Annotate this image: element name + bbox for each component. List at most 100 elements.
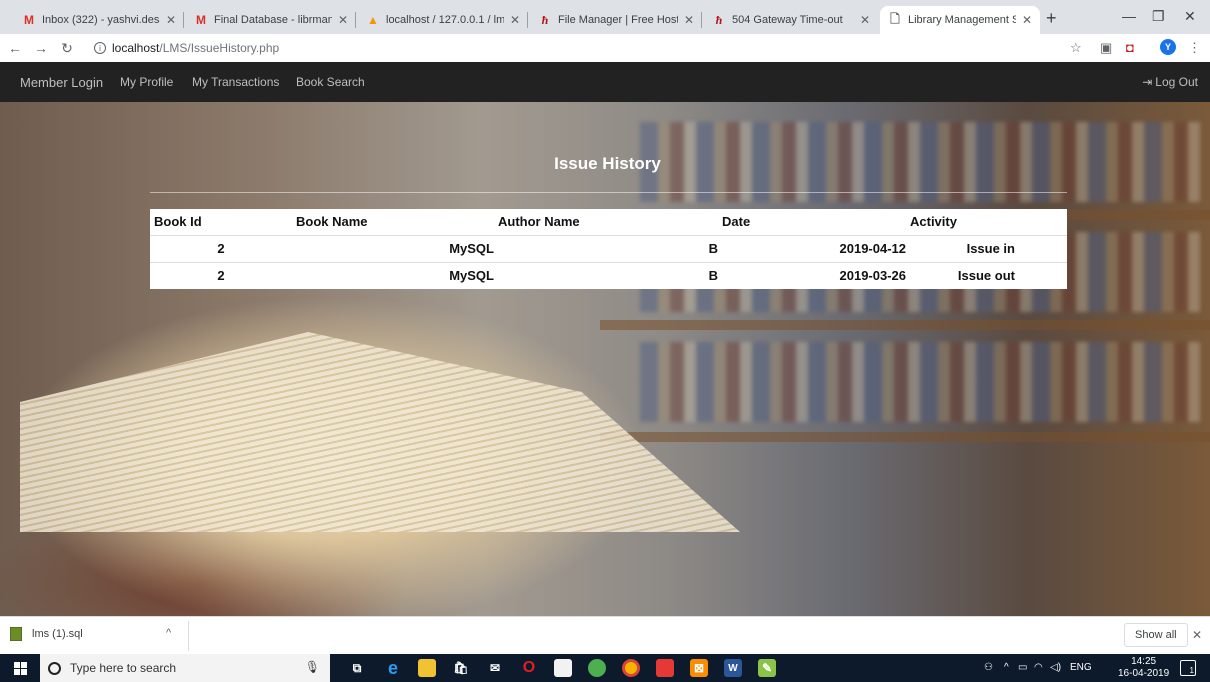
tab-gmail-inbox[interactable]: M Inbox (322) - yashvi.desai99 ✕ bbox=[14, 6, 184, 34]
close-icon[interactable]: ✕ bbox=[860, 13, 870, 27]
extension-icon[interactable]: ▣ bbox=[1100, 40, 1112, 56]
new-tab-button[interactable]: + bbox=[1046, 8, 1057, 29]
tab-separator bbox=[527, 12, 528, 28]
cell-book-name: MySQL bbox=[292, 234, 494, 262]
downloads-bar: lms (1).sql ^ Show all ✕ bbox=[0, 616, 1210, 654]
gmail-icon: M bbox=[24, 13, 34, 27]
maximize-icon[interactable]: ❐ bbox=[1152, 8, 1165, 25]
taskbar-clock[interactable]: 14:25 16-04-2019 bbox=[1118, 656, 1169, 680]
info-icon[interactable]: i bbox=[94, 42, 106, 54]
notepad-plus-icon[interactable]: ✎ bbox=[758, 659, 776, 677]
mail-icon[interactable]: ✉ bbox=[486, 659, 504, 677]
tab-library-management[interactable]: 🗋 Library Management System ✕ bbox=[880, 6, 1040, 34]
tab-title: Final Database - librmansys bbox=[214, 14, 332, 26]
cell-author: B bbox=[494, 234, 718, 262]
taskbar-search-placeholder: Type here to search bbox=[70, 661, 177, 675]
close-icon[interactable]: ✕ bbox=[510, 13, 520, 27]
table-row: 2 MySQL B 2019-03-26 Issue out bbox=[150, 261, 1067, 289]
tab-title: localhost / 127.0.0.1 / lms / t bbox=[386, 14, 504, 26]
notification-icon[interactable]: 1 bbox=[1180, 660, 1196, 676]
taskbar-search[interactable]: Type here to search 🎙 bbox=[40, 654, 330, 682]
file-explorer-icon[interactable] bbox=[418, 659, 436, 677]
shield-icon[interactable] bbox=[656, 659, 674, 677]
library-background-image bbox=[0, 102, 1210, 616]
cell-author: B bbox=[494, 261, 718, 289]
bookmark-star-icon[interactable]: ☆ bbox=[1070, 40, 1082, 56]
background-shelf bbox=[600, 432, 1210, 442]
tab-gmail-final-database[interactable]: M Final Database - librmansys ✕ bbox=[186, 6, 356, 34]
close-icon[interactable]: ✕ bbox=[1022, 13, 1032, 27]
browser-tab-strip: M Inbox (322) - yashvi.desai99 ✕ M Final… bbox=[0, 0, 1210, 34]
nav-book-search[interactable]: Book Search bbox=[296, 75, 365, 89]
table-row: 2 MySQL B 2019-04-12 Issue in bbox=[150, 234, 1067, 262]
tab-gateway-timeout[interactable]: ħ 504 Gateway Time-out ✕ bbox=[704, 6, 878, 34]
battery-icon[interactable]: ▭ bbox=[1018, 662, 1027, 673]
browser-toolbar: ← → ↻ i localhost/LMS/IssueHistory.php ☆… bbox=[0, 34, 1210, 62]
pocket-icon[interactable]: ◘ bbox=[1126, 40, 1134, 55]
tab-title: Inbox (322) - yashvi.desai99 bbox=[42, 14, 160, 26]
people-icon[interactable]: ⚇ bbox=[984, 662, 993, 673]
clock-time: 14:25 bbox=[1131, 656, 1157, 667]
phpmyadmin-icon: ▲ bbox=[367, 13, 379, 27]
notepad-icon[interactable] bbox=[554, 659, 572, 677]
table-header-row: Book Id Book Name Author Name Date Activ… bbox=[150, 209, 1067, 235]
header-activity: Activity bbox=[910, 214, 957, 230]
close-icon[interactable]: ✕ bbox=[1192, 628, 1202, 642]
volume-icon[interactable]: ◁) bbox=[1050, 662, 1061, 673]
header-book-id: Book Id bbox=[154, 214, 202, 230]
cortana-icon bbox=[48, 661, 61, 675]
tab-separator bbox=[355, 12, 356, 28]
chrome-icon[interactable] bbox=[622, 659, 640, 677]
wifi-icon[interactable]: ◠ bbox=[1034, 662, 1043, 673]
nav-my-transactions[interactable]: My Transactions bbox=[192, 75, 279, 89]
reload-icon[interactable]: ↻ bbox=[56, 40, 78, 57]
header-author-name: Author Name bbox=[498, 214, 580, 230]
nav-member-login[interactable]: Member Login bbox=[20, 75, 103, 90]
windows-start-icon[interactable] bbox=[14, 662, 28, 675]
tab-title: Library Management System bbox=[908, 14, 1016, 26]
edge-icon[interactable]: e bbox=[384, 658, 402, 678]
address-path: /LMS/IssueHistory.php bbox=[159, 41, 280, 55]
logout-link[interactable]: ⇥ Log Out bbox=[1142, 75, 1198, 89]
forward-icon[interactable]: → bbox=[30, 40, 52, 56]
app-icon[interactable] bbox=[588, 659, 606, 677]
opera-icon[interactable]: O bbox=[520, 659, 538, 677]
address-bar[interactable]: i localhost/LMS/IssueHistory.php bbox=[94, 38, 279, 58]
tab-separator bbox=[701, 12, 702, 28]
window-close-icon[interactable]: ✕ bbox=[1184, 8, 1196, 25]
tab-file-manager[interactable]: ħ File Manager | Free Hostia C ✕ bbox=[530, 6, 702, 34]
word-icon[interactable]: W bbox=[724, 659, 742, 677]
cell-date: 2019-03-26 bbox=[718, 261, 906, 289]
cell-book-id: 2 bbox=[150, 261, 292, 289]
show-all-button[interactable]: Show all bbox=[1124, 623, 1188, 647]
close-icon[interactable]: ✕ bbox=[684, 13, 694, 27]
nav-my-profile[interactable]: My Profile bbox=[120, 75, 173, 89]
hostia-icon: ħ bbox=[541, 12, 549, 27]
downloads-divider bbox=[188, 621, 189, 651]
hostia-icon: ħ bbox=[715, 12, 723, 27]
cell-activity: Issue out bbox=[906, 261, 1067, 289]
web-page: Member Login My Profile My Transactions … bbox=[0, 62, 1210, 616]
close-icon[interactable]: ✕ bbox=[338, 13, 348, 27]
task-view-icon[interactable]: ⧉ bbox=[348, 659, 366, 677]
tab-phpmyadmin[interactable]: ▲ localhost / 127.0.0.1 / lms / t ✕ bbox=[358, 6, 528, 34]
store-icon[interactable]: 🛍 bbox=[452, 659, 470, 677]
language-indicator[interactable]: ENG bbox=[1070, 662, 1092, 673]
microphone-icon[interactable]: 🎙 bbox=[305, 660, 320, 674]
logout-icon: ⇥ bbox=[1142, 75, 1153, 89]
chevron-up-icon[interactable]: ^ bbox=[1004, 662, 1009, 673]
windows-taskbar: Type here to search 🎙 ⧉ e 🛍 ✉ O ⊠ W ✎ ⚇ … bbox=[0, 654, 1210, 682]
gmail-icon: M bbox=[196, 13, 206, 27]
page-icon: 🗋 bbox=[890, 11, 900, 26]
clock-date: 16-04-2019 bbox=[1118, 668, 1170, 679]
close-icon[interactable]: ✕ bbox=[166, 13, 176, 27]
chevron-up-icon[interactable]: ^ bbox=[166, 627, 171, 639]
download-item[interactable]: lms (1).sql bbox=[10, 627, 83, 641]
minimize-icon[interactable]: — bbox=[1122, 8, 1136, 24]
xampp-icon[interactable]: ⊠ bbox=[690, 659, 708, 677]
menu-icon[interactable]: ⋮ bbox=[1188, 40, 1201, 56]
back-icon[interactable]: ← bbox=[4, 40, 26, 56]
issue-history-table: Book Id Book Name Author Name Date Activ… bbox=[150, 209, 1067, 289]
tab-title: File Manager | Free Hostia C bbox=[558, 14, 678, 26]
profile-avatar[interactable]: Y bbox=[1160, 39, 1176, 55]
